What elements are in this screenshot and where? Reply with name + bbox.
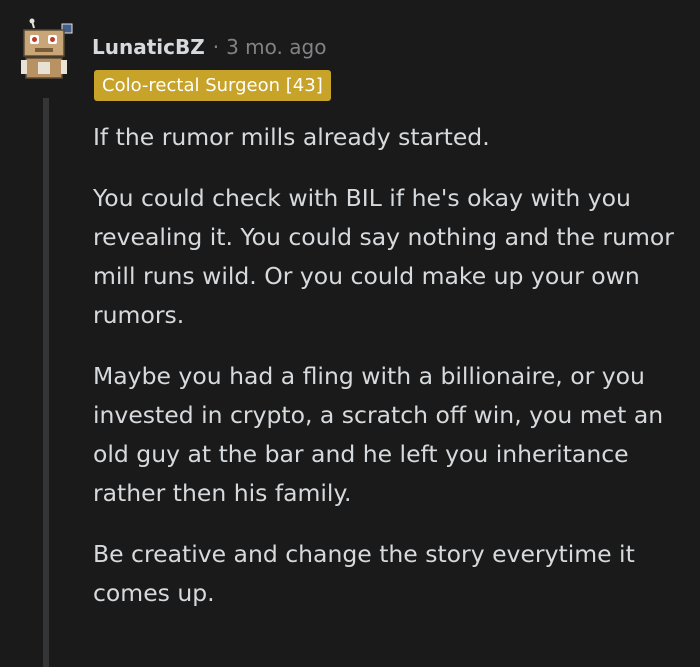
header-separator: · xyxy=(212,35,220,59)
comment-paragraph: Maybe you had a fling with a billionaire… xyxy=(93,362,664,507)
username-link[interactable]: LunaticBZ xyxy=(92,33,205,61)
comment-body: If the rumor mills already started. You … xyxy=(93,118,693,635)
comment-paragraph: If the rumor mills already started. xyxy=(93,123,490,151)
user-flair-badge: Colo-rectal Surgeon [43] xyxy=(94,70,331,101)
user-avatar[interactable] xyxy=(18,18,76,82)
timestamp[interactable]: 3 mo. ago xyxy=(226,33,326,61)
comment: LunaticBZ · 3 mo. ago Colo-rectal Surgeo… xyxy=(0,0,700,667)
comment-paragraph: You could check with BIL if he's okay wi… xyxy=(93,184,674,329)
robot-snoo-avatar-icon xyxy=(21,18,73,79)
comment-paragraph: Be creative and change the story everyti… xyxy=(93,540,635,607)
comment-header: LunaticBZ · 3 mo. ago xyxy=(92,33,326,61)
thread-collapse-line[interactable] xyxy=(43,98,49,667)
